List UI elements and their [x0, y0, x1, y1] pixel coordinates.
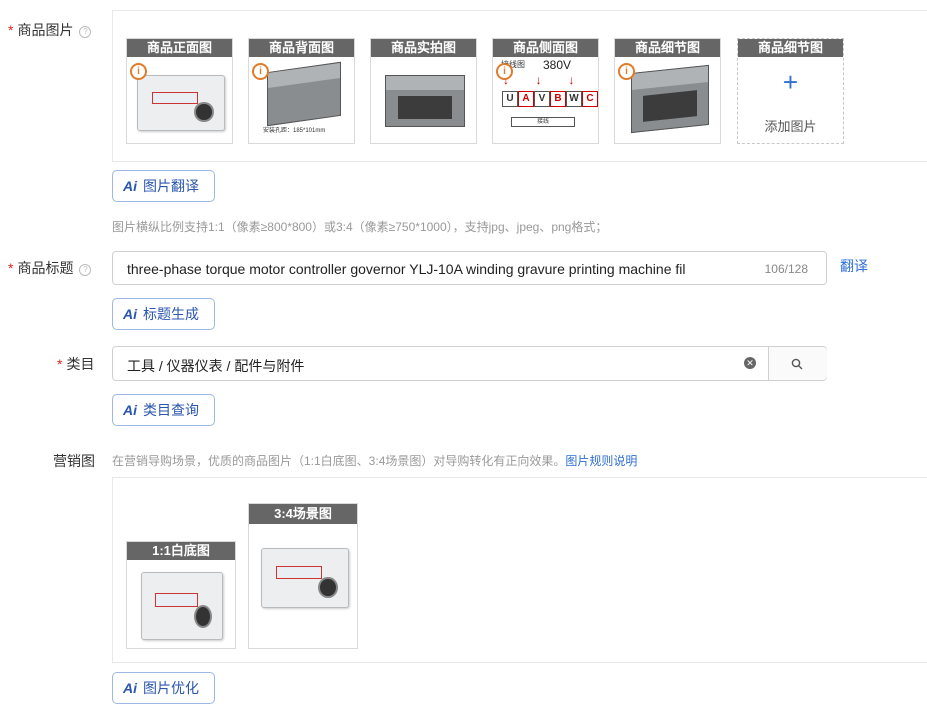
add-image-tile[interactable]: 商品细节图 + 添加图片 [737, 38, 844, 144]
ai-icon: Ai [123, 402, 137, 418]
voltage-label: 380V [543, 58, 572, 72]
ai-icon: Ai [123, 178, 137, 194]
detail-photo [631, 64, 709, 134]
required-mark: * [57, 356, 63, 372]
help-icon[interactable]: ? [79, 264, 92, 276]
marketing-hint: 在营销导购场景，优质的商品图片（1:1白底图、3:4场景图）对导购转化有正向效果… [112, 454, 638, 468]
category-query-button[interactable]: Ai 类目查询 [112, 394, 215, 426]
image-tile-back[interactable]: 商品背面图 安装孔距：185*101mm i [248, 38, 355, 144]
required-mark: * [8, 22, 14, 38]
tile-caption: 1:1白底图 [127, 542, 235, 560]
product-images-panel: 商品正面图 i 商品背面图 安装孔距：185*101mm i 商品实拍图 商品侧… [112, 10, 927, 162]
image-tile-real[interactable]: 商品实拍图 [370, 38, 477, 144]
translate-link[interactable]: 翻译 [840, 256, 868, 276]
white-bg-image-tile[interactable]: 1:1白底图 [126, 541, 236, 649]
image-format-hint: 图片横纵比例支持1:1（像素≥800*800）或3:4（像素≥750*1000）… [112, 220, 608, 234]
tile-caption: 商品背面图 [249, 39, 354, 57]
required-mark: * [8, 260, 14, 276]
terminal-strip: U A V B W C [502, 91, 598, 107]
tile-caption: 商品细节图 [738, 39, 843, 57]
scene-photo [261, 548, 349, 608]
image-tile-side[interactable]: 商品侧面图 接线图 380V ↓ ↓ ↓ U A V B W C 接线 i [492, 38, 599, 144]
product-title-label: * 商品标题? [8, 258, 92, 278]
white-bg-photo [141, 572, 223, 640]
marketing-label: 营销图 [53, 453, 95, 469]
category-search-button[interactable] [768, 347, 827, 380]
tile-caption: 商品实拍图 [371, 39, 476, 57]
info-icon[interactable]: i [496, 63, 513, 80]
tile-caption: 3:4场景图 [249, 504, 357, 524]
search-icon [791, 358, 803, 370]
size-note: 安装孔距：185*101mm [263, 128, 326, 134]
ai-icon: Ai [123, 680, 137, 696]
controller-photo [137, 75, 225, 131]
image-optimize-button[interactable]: Ai 图片优化 [112, 672, 215, 704]
help-icon[interactable]: ? [79, 26, 92, 38]
title-generate-button[interactable]: Ai 标题生成 [112, 298, 215, 330]
title-input-value: three-phase torque motor controller gove… [127, 261, 686, 277]
category-value: 工具 / 仪器仪表 / 配件与附件 [127, 358, 305, 374]
add-image-label: 添加图片 [764, 119, 817, 134]
category-label: * 类目 [57, 356, 95, 372]
real-photo [385, 75, 465, 127]
marketing-images-panel: 1:1白底图 3:4场景图 [112, 477, 927, 663]
scene-image-tile[interactable]: 3:4场景图 [248, 503, 358, 649]
wiring-box: 接线 [511, 117, 575, 127]
info-icon[interactable]: i [130, 63, 147, 80]
image-translate-button[interactable]: Ai 图片翻译 [112, 170, 215, 202]
arrows: ↓ ↓ ↓ [503, 73, 575, 87]
image-rules-link[interactable]: 图片规则说明 [565, 454, 637, 468]
info-icon[interactable]: i [618, 63, 635, 80]
char-counter: 106/128 [764, 262, 808, 276]
image-tile-front[interactable]: 商品正面图 i [126, 38, 233, 144]
product-images-label: * 商品图片? [8, 20, 92, 40]
image-tile-detail[interactable]: 商品细节图 i [614, 38, 721, 144]
category-select[interactable]: 工具 / 仪器仪表 / 配件与附件 ✕ [112, 346, 827, 381]
back-photo [267, 61, 341, 127]
title-input[interactable]: three-phase torque motor controller gove… [112, 251, 827, 285]
ai-icon: Ai [123, 306, 137, 322]
clear-icon[interactable]: ✕ [744, 357, 756, 369]
tile-caption: 商品侧面图 [493, 39, 598, 57]
info-icon[interactable]: i [252, 63, 269, 80]
tile-caption: 商品细节图 [615, 39, 720, 57]
tile-caption: 商品正面图 [127, 39, 232, 57]
plus-icon: + [782, 67, 799, 97]
